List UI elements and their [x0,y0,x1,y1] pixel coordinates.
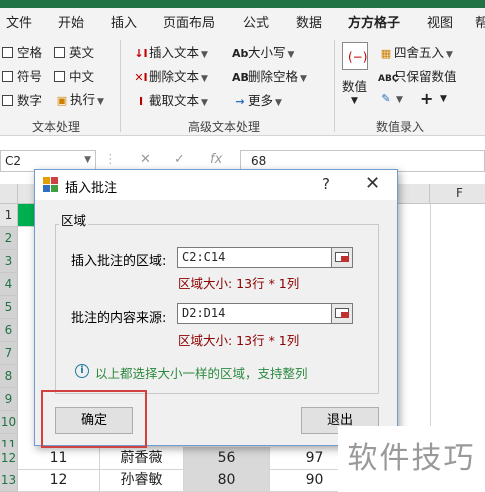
help-button[interactable]: ? [322,175,330,193]
info-text: 以上都选择大小一样的区域，支持整列 [95,366,308,381]
delete-space-button[interactable]: AB删除空格 ▼ [232,66,307,85]
dialog-title-bar: 插入批注 ? ✕ [35,170,397,200]
app-icon [43,177,59,193]
checkbox-space[interactable]: 空格 [2,42,42,61]
info-icon: i [75,364,89,378]
tab-help[interactable]: 帮 [475,12,485,31]
row-header[interactable]: 5 [0,296,18,319]
highlight-annotation [41,390,147,448]
number-button[interactable]: 数值 [342,76,367,95]
row-header[interactable]: 3 [0,250,18,273]
checkbox-symbol[interactable]: 符号 [2,66,42,85]
group-label-text: 文本处理 [32,120,81,134]
execute-button[interactable]: ▣ 执行 ▼ [54,89,104,108]
round-button[interactable]: ▦ 四舍五入 ▼ [378,42,453,61]
region-size-text: 区域大小: 13行 * 1列 [178,276,300,291]
more-button[interactable]: → 更多 ▼ [232,90,282,109]
tab-formulas[interactable]: 公式 [243,12,269,31]
range-picker-icon[interactable] [331,303,353,324]
source-input[interactable]: D2:D14 [177,303,351,324]
edit-icon: ✎ [381,92,391,105]
ribbon-tabs: 文件 开始 插入 页面布局 公式 数据 方方格子 视图 帮 [0,8,485,34]
select-all-corner[interactable] [0,184,18,204]
table-cell[interactable]: 80 [184,469,270,492]
tab-fangfang[interactable]: 方方格子 [348,12,400,31]
insert-text-button[interactable]: ↓I插入文本 ▼ [133,42,208,61]
row-header[interactable]: 9 [0,388,18,411]
arrow-right-icon: → [235,95,245,108]
case-icon: Ab [232,47,249,60]
row-header[interactable]: 13 [0,469,18,492]
group-label-number: 数值录入 [376,120,425,134]
column-header-f[interactable]: F [430,184,485,204]
cut-text-icon: I [138,95,144,108]
keep-number-icon: ABC [378,74,399,84]
insert-text-icon: ↓I [134,47,148,60]
tab-home[interactable]: 开始 [58,12,84,31]
delete-space-icon: AB [232,71,249,84]
range-picker-icon[interactable] [331,247,353,268]
delete-text-button[interactable]: ✕I删除文本 ▼ [133,66,208,85]
fx-icon[interactable]: fx [210,152,222,167]
checkbox-english[interactable]: 英文 [54,42,94,61]
region-legend: 区域 [59,210,89,229]
row-header[interactable]: 2 [0,227,18,250]
dialog-title: 插入批注 [65,181,118,196]
cut-text-button[interactable]: I 截取文本 ▼ [133,90,208,109]
number-caret-icon[interactable]: ▼ [351,96,358,106]
source-label: 批注的内容来源: [71,311,167,326]
number-icon: (−) [342,42,368,70]
table-cell[interactable]: 11 [18,447,100,470]
watermark: 软件技巧 [338,426,485,492]
close-button[interactable]: ✕ [365,173,380,194]
row-header[interactable]: 8 [0,365,18,388]
row-header[interactable]: 10 [0,411,18,434]
tab-page-layout[interactable]: 页面布局 [163,12,215,31]
checkbox-chinese[interactable]: 中文 [54,66,94,85]
plus-icon[interactable]: + [420,89,433,108]
group-divider [120,40,121,132]
plus-caret-icon[interactable]: ▼ [440,94,447,104]
table-cell[interactable]: 56 [184,447,270,470]
confirm-icon[interactable]: ✓ [174,152,185,167]
table-cell[interactable]: 12 [18,469,100,492]
dots-icon: ⋮ [104,152,117,167]
row-header[interactable]: 12 [0,447,18,470]
source-size-text: 区域大小: 13行 * 1列 [178,333,300,348]
keep-number-button[interactable]: ABC只保留数值 [378,66,457,85]
group-divider [334,40,335,132]
row-header[interactable]: 1 [0,204,18,227]
region-label: 插入批注的区域: [71,254,167,269]
table-cell[interactable]: 蔚香薇 [100,447,184,470]
delete-text-icon: ✕I [134,71,148,84]
edit-button[interactable]: ✎ ▼ [378,90,403,105]
tab-file[interactable]: 文件 [6,12,32,31]
execute-icon: ▣ [56,94,68,107]
tab-view[interactable]: 视图 [427,12,453,31]
tab-data[interactable]: 数据 [296,12,322,31]
cancel-icon[interactable]: ✕ [140,152,151,167]
tab-insert[interactable]: 插入 [111,12,137,31]
group-label-advanced: 高级文本处理 [188,120,261,134]
case-button[interactable]: Ab大小写 ▼ [232,42,294,61]
row-header[interactable]: 6 [0,319,18,342]
table-cell[interactable]: 孙睿敏 [100,469,184,492]
row-header[interactable]: 4 [0,273,18,296]
name-box-caret-icon[interactable]: ▼ [84,155,91,165]
round-icon: ▦ [380,47,392,60]
checkbox-number[interactable]: 数字 [2,90,42,109]
row-header[interactable]: 7 [0,342,18,365]
ribbon-top-bar [0,0,485,8]
ribbon-panel: 空格 英文 符号 中文 数字 ▣ 执行 ▼ 文本处理 ↓I插入文本 ▼ ✕I删除文本 ▼… [0,34,485,136]
region-input[interactable]: C2:C14 [177,247,351,268]
